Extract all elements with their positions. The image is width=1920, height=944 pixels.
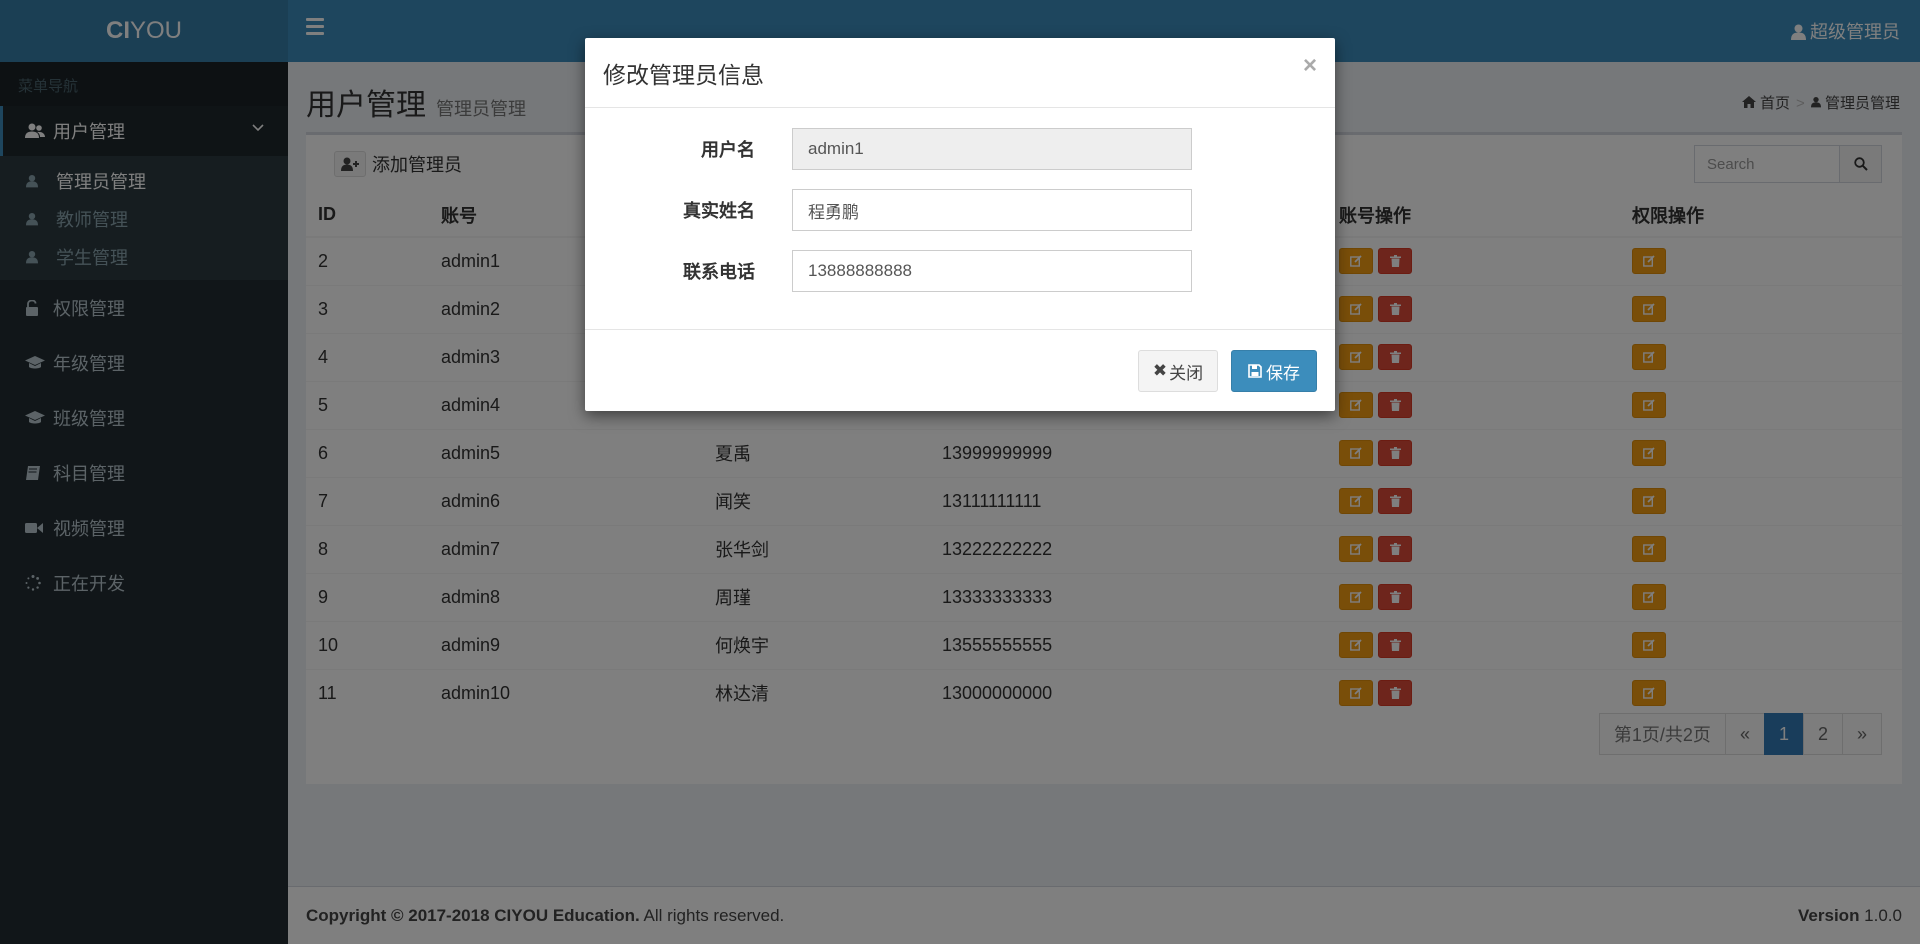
close-button[interactable]: ✖ 关闭 bbox=[1138, 350, 1218, 392]
modal-footer: ✖ 关闭 保存 bbox=[585, 330, 1335, 410]
realname-label: 真实姓名 bbox=[683, 201, 755, 221]
modal-header: 修改管理员信息 × bbox=[585, 38, 1335, 108]
username-field[interactable] bbox=[792, 128, 1192, 170]
edit-admin-modal: 修改管理员信息 × 用户名 真实姓名 联系电话 ✖关闭 保存 bbox=[585, 38, 1335, 411]
modal-title: 修改管理员信息 bbox=[603, 62, 764, 88]
modal-body: 用户名 真实姓名 联系电话 bbox=[585, 108, 1335, 330]
form-row-realname: 真实姓名 bbox=[585, 189, 1335, 231]
save-button[interactable]: 保存 bbox=[1231, 350, 1317, 392]
times-icon: ✖ bbox=[1152, 361, 1168, 380]
phone-label: 联系电话 bbox=[683, 262, 755, 282]
realname-field[interactable] bbox=[792, 189, 1192, 231]
form-row-phone: 联系电话 bbox=[585, 250, 1335, 292]
phone-field[interactable] bbox=[792, 250, 1192, 292]
username-label: 用户名 bbox=[701, 140, 755, 160]
close-icon[interactable]: × bbox=[1303, 52, 1317, 80]
save-icon bbox=[1248, 364, 1262, 378]
form-row-username: 用户名 bbox=[585, 128, 1335, 170]
